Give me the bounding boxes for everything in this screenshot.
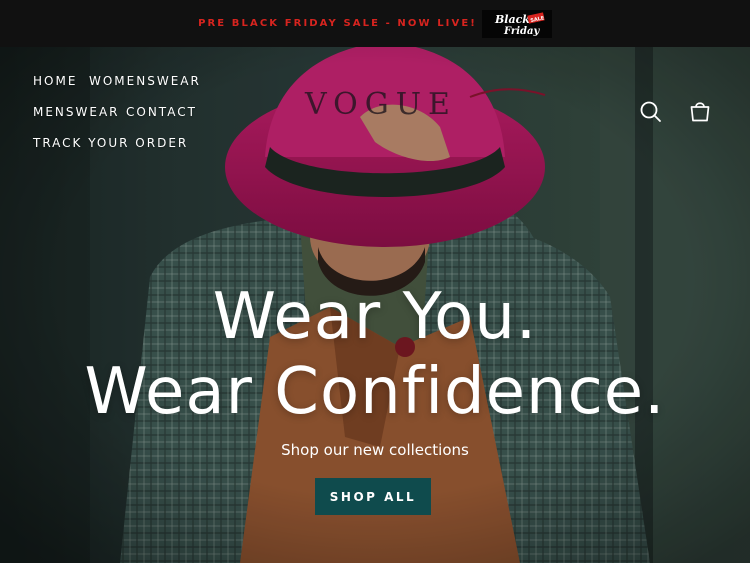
nav-menswear[interactable]: MENSWEAR [33, 105, 120, 119]
nav-contact[interactable]: CONTACT [126, 105, 197, 119]
search-icon[interactable] [639, 100, 663, 128]
hero-subheading: Shop our new collections [281, 441, 469, 459]
badge-text-black: Black [494, 13, 530, 26]
announcement-bar: PRE BLACK FRIDAY SALE - NOW LIVE! Black … [0, 0, 750, 47]
nav-home[interactable]: HOME [33, 74, 77, 88]
black-friday-badge: Black Friday SALE [481, 9, 552, 38]
hero-headline-line2: Wear Confidence. [84, 355, 666, 429]
announcement-text: PRE BLACK FRIDAY SALE - NOW LIVE! [198, 18, 477, 29]
badge-text-friday: Friday [503, 26, 540, 37]
shop-all-button[interactable]: SHOP ALL [315, 478, 431, 515]
nav-womenswear[interactable]: WOMENSWEAR [89, 74, 201, 88]
hero-headline-line1: Wear You. [212, 280, 538, 354]
site-logo[interactable]: VOGUE [305, 88, 450, 122]
cart-icon[interactable] [688, 99, 712, 127]
nav-track-order[interactable]: TRACK YOUR ORDER [33, 136, 188, 150]
